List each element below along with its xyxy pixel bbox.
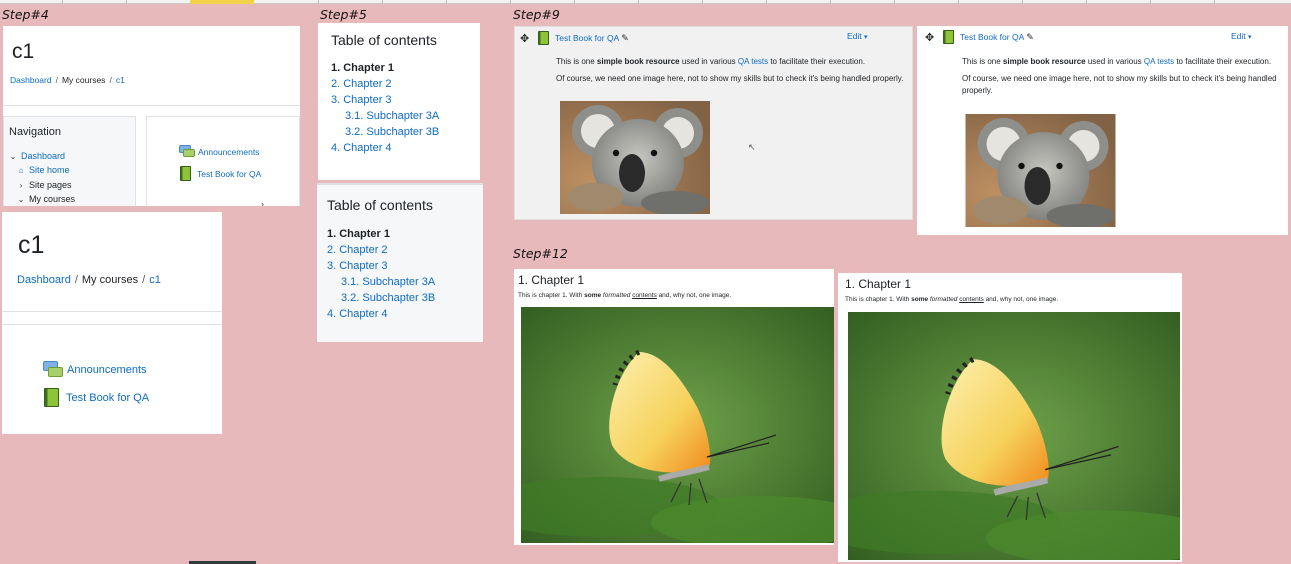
- breadcrumb-c1[interactable]: c1: [116, 75, 125, 85]
- chevron-right-icon: ›: [261, 199, 264, 206]
- chapter-text: This is chapter 1. With some formatted c…: [518, 292, 732, 299]
- book-activity-white: ✥ Test Book for QA ✎ Edit ▾ This is one …: [917, 26, 1288, 235]
- step9-label: Step#9: [513, 7, 560, 22]
- book-icon: [180, 166, 191, 181]
- chevron-right-icon: ›: [19, 180, 23, 190]
- activity-announcements[interactable]: Announcements: [179, 145, 259, 158]
- butterfly-image: [848, 312, 1180, 560]
- step12-label: Step#12: [513, 246, 568, 261]
- book-icon: [538, 31, 549, 45]
- toc-item-subchapter-3b[interactable]: 3.2. Subchapter 3B: [331, 124, 439, 140]
- book-icon: [44, 388, 59, 407]
- breadcrumb-c1[interactable]: c1: [149, 274, 161, 286]
- toc-title: Table of contents: [331, 32, 437, 48]
- chapter-text: This is chapter 1. With some formatted c…: [845, 296, 1059, 303]
- step5-label: Step#5: [320, 7, 367, 22]
- breadcrumb-dashboard[interactable]: Dashboard: [10, 75, 52, 85]
- activity-test-book[interactable]: Test Book for QA: [180, 166, 261, 181]
- cursor-icon: ↖: [748, 142, 756, 152]
- home-icon: ⌂: [18, 165, 24, 175]
- nav-item-site-pages[interactable]: › Site pages: [17, 180, 72, 190]
- toc-item-chapter-3[interactable]: 3. Chapter 3: [327, 258, 435, 274]
- chevron-down-icon: ⌄: [17, 194, 25, 204]
- highlight-tab: [190, 0, 254, 4]
- toc-item-chapter-2[interactable]: 2. Chapter 2: [327, 242, 435, 258]
- toc-list: 1. Chapter 1 2. Chapter 2 3. Chapter 3 3…: [331, 60, 439, 156]
- course-content-small: Announcements Test Book for QA ›: [146, 116, 300, 206]
- book-header: ✥ Test Book for QA ✎: [925, 30, 1034, 44]
- toc-item-subchapter-3a[interactable]: 3.1. Subchapter 3A: [331, 108, 439, 124]
- toc-item-subchapter-3b[interactable]: 3.2. Subchapter 3B: [327, 290, 435, 306]
- qa-tests-link[interactable]: QA tests: [1144, 57, 1174, 66]
- toc-item-chapter-4[interactable]: 4. Chapter 4: [327, 306, 435, 322]
- pencil-icon[interactable]: ✎: [1026, 32, 1034, 43]
- course-page-large: c1 Dashboard / My courses / c1 Announcements…: [2, 212, 222, 434]
- toc-item-subchapter-3a[interactable]: 3.1. Subchapter 3A: [327, 274, 435, 290]
- top-strip: [0, 0, 1291, 4]
- forum-icon: [179, 145, 195, 158]
- book-icon: [943, 30, 954, 44]
- navigation-title: Navigation: [9, 126, 61, 138]
- butterfly-image: [521, 307, 834, 543]
- toc-block-grey: Table of contents 1. Chapter 1 2. Chapte…: [317, 183, 483, 342]
- move-icon[interactable]: ✥: [925, 31, 937, 44]
- toc-title: Table of contents: [327, 197, 433, 213]
- caret-down-icon: ▾: [864, 34, 868, 41]
- book-intro: This is one simple book resource used in…: [556, 57, 904, 83]
- koala-image: [560, 101, 710, 214]
- course-page-small: c1 Dashboard / My courses / c1 Navigation ⌄ D…: [3, 26, 300, 206]
- chapter-title: 1. Chapter 1: [518, 273, 585, 287]
- navigation-block: Navigation ⌄ Dashboard ⌂ Site home › Site p…: [3, 116, 136, 206]
- breadcrumb: Dashboard / My courses / c1: [10, 75, 125, 85]
- caret-down-icon: ▾: [1248, 34, 1252, 41]
- course-title: c1: [12, 40, 35, 63]
- nav-item-site-home[interactable]: ⌂ Site home: [17, 165, 70, 175]
- toc-item-chapter-4[interactable]: 4. Chapter 4: [331, 140, 439, 156]
- forum-icon: [43, 361, 63, 378]
- book-link[interactable]: Test Book for QA: [555, 33, 619, 43]
- breadcrumb-my-courses[interactable]: My courses: [82, 274, 138, 286]
- activity-announcements[interactable]: Announcements: [43, 361, 147, 378]
- divider: [3, 105, 300, 106]
- toc-item-chapter-1: 1. Chapter 1: [331, 62, 394, 74]
- divider: [2, 324, 222, 325]
- move-icon[interactable]: ✥: [520, 32, 532, 45]
- qa-tests-link[interactable]: QA tests: [738, 57, 768, 66]
- breadcrumb: Dashboard / My courses / c1: [17, 274, 161, 286]
- toc-list: 1. Chapter 1 2. Chapter 2 3. Chapter 3 3…: [327, 226, 435, 322]
- edit-menu[interactable]: Edit ▾: [847, 31, 868, 41]
- step4-label: Step#4: [2, 7, 49, 22]
- book-link[interactable]: Test Book for QA: [960, 32, 1024, 42]
- toc-block-white: Table of contents 1. Chapter 1 2. Chapte…: [318, 23, 480, 180]
- edit-menu[interactable]: Edit ▾: [1231, 31, 1252, 41]
- breadcrumb-dashboard[interactable]: Dashboard: [17, 274, 71, 286]
- toc-item-chapter-3[interactable]: 3. Chapter 3: [331, 92, 439, 108]
- nav-item-dashboard[interactable]: ⌄ Dashboard: [9, 151, 65, 161]
- book-intro: This is one simple book resource used in…: [962, 57, 1277, 95]
- divider: [2, 311, 222, 312]
- toc-item-chapter-1: 1. Chapter 1: [327, 228, 390, 240]
- book-header: ✥ Test Book for QA ✎: [520, 31, 629, 45]
- nav-item-my-courses[interactable]: ⌄ My courses: [17, 194, 75, 204]
- breadcrumb-my-courses[interactable]: My courses: [62, 75, 105, 85]
- chapter-title: 1. Chapter 1: [845, 277, 912, 291]
- activity-test-book[interactable]: Test Book for QA: [44, 388, 149, 407]
- chapter-page-left: 1. Chapter 1 This is chapter 1. With som…: [514, 269, 834, 545]
- book-activity-grey: ✥ Test Book for QA ✎ Edit ▾ This is one …: [514, 26, 913, 220]
- chevron-down-icon: ⌄: [9, 151, 17, 161]
- toc-item-chapter-2[interactable]: 2. Chapter 2: [331, 76, 439, 92]
- koala-image: [965, 114, 1116, 227]
- chapter-page-right: 1. Chapter 1 This is chapter 1. With som…: [838, 273, 1182, 562]
- course-title: c1: [18, 231, 45, 259]
- pencil-icon[interactable]: ✎: [621, 33, 629, 44]
